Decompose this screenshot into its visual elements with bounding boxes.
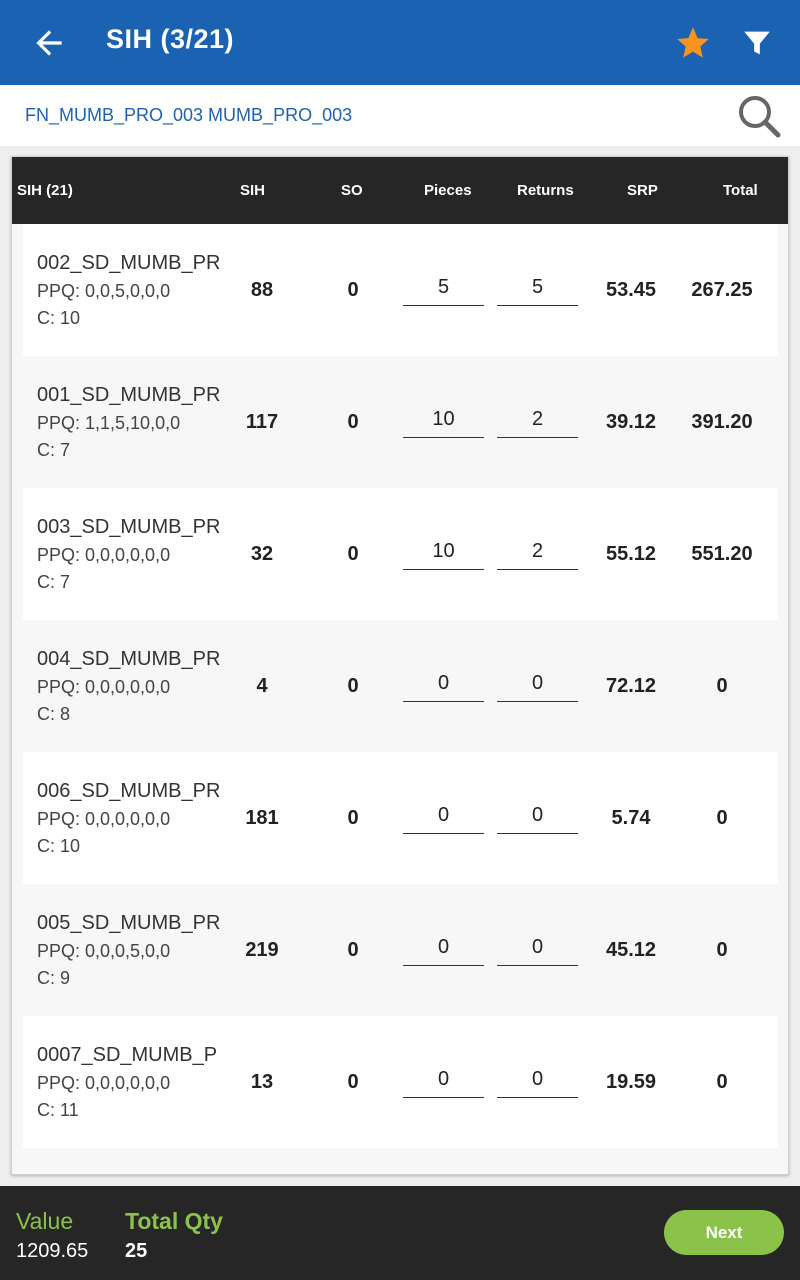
product-name: 0007_SD_MUMB_P	[37, 1044, 218, 1066]
total-value: 391.20	[691, 411, 753, 433]
so-value: 0	[347, 411, 359, 433]
product-name: 005_SD_MUMB_PR	[37, 912, 221, 934]
value-label: Value	[16, 1208, 74, 1234]
returns-input[interactable]: 2	[497, 408, 578, 438]
page-title: SIH (3/21)	[106, 24, 235, 54]
srp-value: 39.12	[605, 411, 657, 433]
sih-value: 32	[250, 543, 274, 565]
product-case: C: 7	[37, 440, 71, 460]
total-value: 0	[716, 675, 728, 697]
pieces-input[interactable]: 0	[403, 804, 484, 834]
sih-value: 88	[250, 279, 274, 301]
col-pieces[interactable]: Pieces	[424, 182, 472, 199]
total-value: 267.25	[691, 279, 753, 301]
total-qty-label: Total Qty	[125, 1208, 223, 1234]
table-row[interactable]: 0007_SD_MUMB_P PPQ: 0,0,0,0,0,0 C: 11 13…	[23, 1016, 778, 1148]
search-icon[interactable]	[736, 93, 782, 139]
product-ppq: PPQ: 0,0,0,0,0,0	[37, 809, 171, 829]
col-so[interactable]: SO	[341, 182, 363, 199]
returns-input[interactable]: 0	[497, 804, 578, 834]
returns-input[interactable]: 0	[497, 672, 578, 702]
table-row[interactable]: 006_SD_MUMB_PR PPQ: 0,0,0,0,0,0 C: 10 18…	[23, 752, 778, 884]
product-ppq: PPQ: 0,0,0,0,0,0	[37, 1073, 171, 1093]
sih-value: 117	[245, 411, 279, 433]
so-value: 0	[347, 807, 359, 829]
product-case: C: 7	[37, 572, 71, 592]
total-qty-amount: 25	[125, 1240, 148, 1262]
returns-input[interactable]: 2	[497, 540, 578, 570]
product-case: C: 10	[37, 308, 81, 328]
product-ppq: PPQ: 1,1,5,10,0,0	[37, 413, 181, 433]
table-row[interactable]: 004_SD_MUMB_PR PPQ: 0,0,0,0,0,0 C: 8 4 0…	[23, 620, 778, 752]
srp-value: 45.12	[605, 939, 657, 961]
table-row[interactable]: 001_SD_MUMB_PR PPQ: 1,1,5,10,0,0 C: 7 11…	[23, 356, 778, 488]
product-ppq: PPQ: 0,0,5,0,0,0	[37, 281, 171, 301]
product-case: C: 11	[37, 1100, 79, 1120]
product-name: 003_SD_MUMB_PR	[37, 516, 221, 538]
pieces-input[interactable]: 5	[403, 276, 484, 306]
sih-value: 181	[245, 807, 279, 829]
product-name: 002_SD_MUMB_PR	[37, 252, 221, 274]
srp-value: 72.12	[605, 675, 657, 697]
sih-value: 4	[256, 675, 268, 697]
product-case: C: 8	[37, 704, 71, 724]
filter-icon[interactable]	[740, 26, 774, 60]
so-value: 0	[347, 939, 359, 961]
star-icon[interactable]	[674, 24, 712, 62]
sih-value: 219	[245, 939, 279, 961]
table-row[interactable]: 002_SD_MUMB_PR PPQ: 0,0,5,0,0,0 C: 10 88…	[23, 224, 778, 356]
srp-value: 19.59	[605, 1071, 657, 1093]
product-case: C: 10	[37, 836, 81, 856]
pieces-input[interactable]: 10	[403, 540, 484, 570]
product-ppq: PPQ: 0,0,0,0,0,0	[37, 677, 171, 697]
app-bar: SIH (3/21)	[0, 0, 800, 85]
col-product[interactable]: SIH (21)	[17, 182, 73, 199]
sih-value: 13	[250, 1071, 274, 1093]
col-srp[interactable]: SRP	[627, 182, 658, 199]
total-value: 0	[716, 939, 728, 961]
so-value: 0	[347, 279, 359, 301]
product-ppq: PPQ: 0,0,0,0,0,0	[37, 545, 171, 565]
product-name: 001_SD_MUMB_PR	[37, 384, 221, 406]
col-returns[interactable]: Returns	[517, 182, 574, 199]
returns-input[interactable]: 0	[497, 936, 578, 966]
pieces-input[interactable]: 0	[403, 1068, 484, 1098]
summary-footer: Value 1209.65 Total Qty 25 Next	[0, 1186, 800, 1280]
table-row[interactable]: 003_SD_MUMB_PR PPQ: 0,0,0,0,0,0 C: 7 32 …	[23, 488, 778, 620]
col-total[interactable]: Total	[723, 182, 758, 199]
srp-value: 53.45	[605, 279, 657, 301]
search-input[interactable]: FN_MUMB_PRO_003 MUMB_PRO_003	[25, 105, 352, 126]
pieces-input[interactable]: 10	[403, 408, 484, 438]
pieces-input[interactable]: 0	[403, 936, 484, 966]
col-sih[interactable]: SIH	[240, 182, 265, 199]
back-arrow-icon[interactable]	[30, 24, 68, 62]
product-ppq: PPQ: 0,0,0,5,0,0	[37, 941, 171, 961]
search-bar[interactable]: FN_MUMB_PRO_003 MUMB_PRO_003	[0, 85, 800, 146]
product-name: 006_SD_MUMB_PR	[37, 780, 221, 802]
table-row[interactable]: 005_SD_MUMB_PR PPQ: 0,0,0,5,0,0 C: 9 219…	[23, 884, 778, 1016]
srp-value: 5.74	[611, 807, 651, 829]
srp-value: 55.12	[605, 543, 657, 565]
table-header: SIH (21) SIH SO Pieces Returns SRP Total	[12, 157, 788, 224]
stock-table: SIH (21) SIH SO Pieces Returns SRP Total…	[11, 156, 789, 1175]
value-amount: 1209.65	[16, 1240, 89, 1262]
total-value: 551.20	[691, 543, 753, 565]
product-case: C: 9	[37, 968, 71, 988]
product-name: 004_SD_MUMB_PR	[37, 648, 221, 670]
total-value: 0	[716, 1071, 728, 1093]
total-value: 0	[716, 807, 728, 829]
pieces-input[interactable]: 0	[403, 672, 484, 702]
returns-input[interactable]: 5	[497, 276, 578, 306]
so-value: 0	[347, 1071, 359, 1093]
so-value: 0	[347, 675, 359, 697]
returns-input[interactable]: 0	[497, 1068, 578, 1098]
so-value: 0	[347, 543, 359, 565]
next-button[interactable]: Next	[664, 1210, 784, 1255]
